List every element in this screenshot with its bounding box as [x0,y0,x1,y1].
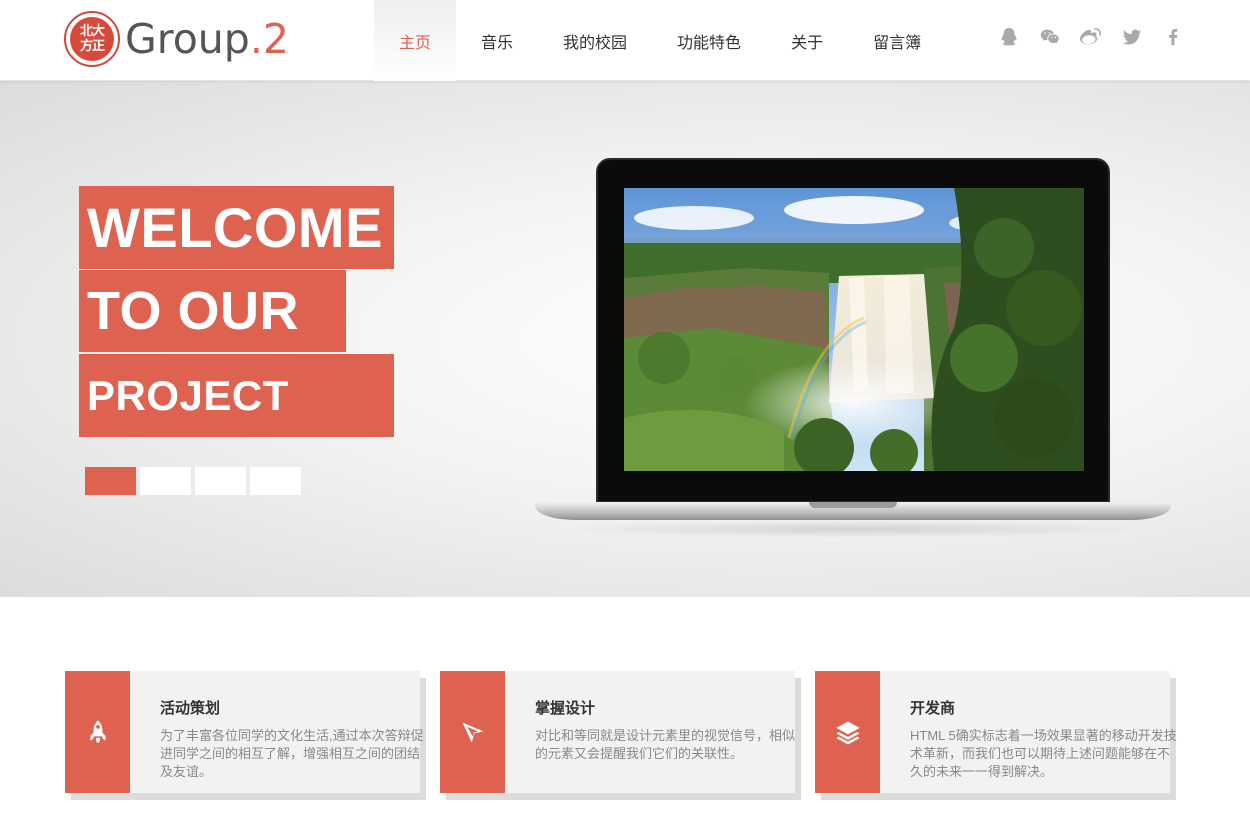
hero-carousel: WELCOME TO OUR PROJECT [0,81,1250,597]
seal-text: 北大 方正 [70,17,114,61]
carousel-indicator-4[interactable] [250,467,301,495]
card-text: HTML 5确实标志着一场效果显著的移动开发技术革新，而我们也可以期待上述问题能… [910,728,1177,779]
nav-item-guestbook[interactable]: 留言簿 [848,0,946,81]
qq-icon[interactable] [998,24,1020,50]
paper-plane-icon [462,722,483,743]
logo-name: Group [125,15,250,63]
logo[interactable]: 北大 方正 Group.2 [64,10,289,68]
card-icon-box [440,671,505,793]
hero-heading-line-1: WELCOME [79,186,394,269]
carousel-indicators [85,467,301,495]
card-icon-box [65,671,130,793]
logo-text: Group.2 [125,15,289,63]
site-header: 北大 方正 Group.2 主页 音乐 我的校园 功能特色 关于 留言簿 [0,0,1250,81]
facebook-icon[interactable] [1162,24,1184,50]
laptop-mockup [533,158,1173,548]
feature-card-2[interactable]: 掌握设计 对比和等同就是设计元素里的视觉信号，相似的元素又会提醒我们它们的关联性… [440,671,795,793]
nav-item-about[interactable]: 关于 [766,0,848,81]
laptop-shadow [553,520,1153,538]
twitter-icon[interactable] [1121,24,1143,50]
nav-item-music[interactable]: 音乐 [456,0,538,81]
hero-heading-line-3: PROJECT [79,354,394,437]
feature-card-1[interactable]: 活动策划 为了丰富各位同学的文化生活,通过本次答辩促进同学之间的相互了解，增强相… [65,671,424,793]
carousel-indicator-1[interactable] [85,467,136,495]
card-title: 掌握设计 [535,700,596,717]
hero-heading-line-2: TO OUR [79,270,346,352]
laptop-screen-image [624,188,1084,471]
university-seal-logo: 北大 方正 [64,11,120,67]
carousel-indicator-2[interactable] [140,467,191,495]
nav-item-my-campus[interactable]: 我的校园 [538,0,652,81]
card-text: 对比和等同就是设计元素里的视觉信号，相似的元素又会提醒我们它们的关联性。 [535,728,796,761]
social-links [998,24,1184,50]
feature-card-3[interactable]: 开发商 HTML 5确实标志着一场效果显著的移动开发技术革新，而我们也可以期待上… [815,671,1177,793]
weibo-icon[interactable] [1080,24,1102,50]
nav-item-features[interactable]: 功能特色 [652,0,766,81]
layers-icon [835,721,860,745]
nav-item-home[interactable]: 主页 [374,0,457,81]
card-title: 开发商 [910,700,956,717]
card-text: 为了丰富各位同学的文化生活,通过本次答辩促进同学之间的相互了解，增强相互之间的团… [160,728,424,779]
wechat-icon[interactable] [1039,24,1061,50]
rocket-icon [89,720,106,743]
card-title: 活动策划 [160,700,221,717]
carousel-indicator-3[interactable] [195,467,246,495]
logo-suffix: .2 [249,15,289,63]
card-icon-box [815,671,880,793]
waterfall-landscape-image [624,188,1084,471]
main-nav: 主页 音乐 我的校园 功能特色 关于 留言簿 [374,0,946,81]
laptop-notch [809,502,897,508]
laptop-lid [596,158,1110,503]
